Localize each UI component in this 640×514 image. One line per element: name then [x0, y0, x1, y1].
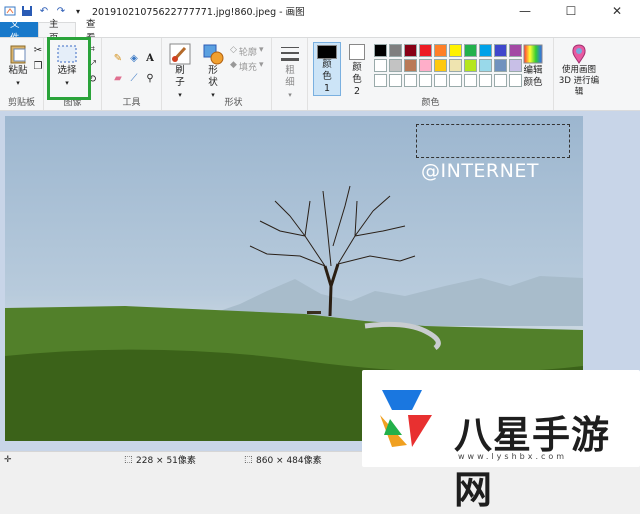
fill-bucket-icon[interactable]: ◈ [128, 52, 140, 64]
move-cursor-icon: ✛ [4, 454, 12, 465]
tools-group-label: 工具 [122, 98, 141, 108]
palette-swatch[interactable] [479, 59, 492, 72]
palette-swatch[interactable] [434, 44, 447, 57]
tab-view[interactable]: 查看 [76, 19, 114, 44]
rainbow-palette-icon [523, 44, 543, 64]
palette-swatch[interactable] [464, 44, 477, 57]
palette-swatch-empty[interactable] [419, 74, 432, 87]
group-paint3d: 使用画图 3D 进行编辑 [554, 38, 604, 110]
customize-qa-icon[interactable]: ▾ [72, 5, 84, 17]
site-logo-url: www.lyshbx.com [458, 452, 568, 461]
watermark-text: @INTERNET [421, 160, 539, 182]
outline-button[interactable]: ◇ 轮廓 ▾ [230, 45, 263, 58]
size-button[interactable]: 粗细 ▾ [278, 43, 302, 101]
clipboard-group-label: 剪贴板 [7, 98, 35, 108]
text-icon[interactable]: A [144, 52, 156, 64]
outline-label: 轮廓 [238, 48, 257, 58]
paste-button[interactable]: 粘贴 ▾ [6, 43, 30, 89]
colors-group-label: 颜色 [421, 98, 440, 108]
window-title: 20191021075622777771.jpg!860.jpeg - 画图 [92, 7, 305, 18]
palette-swatch-empty[interactable] [464, 74, 477, 87]
line-width-icon [281, 47, 299, 61]
tree-branches [249, 185, 416, 267]
palette-swatch-empty[interactable] [449, 74, 462, 87]
selection-size-icon: ⬚ [124, 454, 133, 465]
palette-swatch[interactable] [374, 44, 387, 57]
color2-button[interactable]: 颜色 2 [345, 44, 369, 98]
brush-icon [169, 43, 191, 65]
clipboard-icon [10, 45, 26, 64]
brushes-label: 刷子 [175, 65, 185, 88]
color1-label: 颜色 1 [322, 59, 332, 94]
image-size-icon: ⬚ [244, 454, 253, 465]
palette-swatch[interactable] [419, 59, 432, 72]
group-size: 粗细 ▾ [272, 38, 308, 110]
site-logo-icon [380, 390, 432, 447]
shapes-button[interactable]: 形状 ▾ [200, 43, 226, 101]
palette-swatch[interactable] [464, 59, 477, 72]
fill-button[interactable]: ◆ 填充 ▾ [230, 60, 263, 73]
palette-swatch[interactable] [494, 59, 507, 72]
paste-label: 粘贴 [8, 65, 28, 76]
group-shapes: 形状 ▾ ◇ 轮廓 ▾ ◆ 填充 ▾ 形状 [196, 38, 272, 110]
minimize-button[interactable]: — [502, 0, 548, 22]
palette-swatch-empty[interactable] [374, 74, 387, 87]
palette-swatch-empty[interactable] [404, 74, 417, 87]
paint3d-label: 使用画图 3D 进行编辑 [558, 65, 600, 97]
selection-rectangle[interactable] [416, 124, 570, 158]
fill-label: 填充 [238, 63, 257, 73]
maximize-button[interactable]: ☐ [548, 0, 594, 22]
paint3d-button[interactable]: 使用画图 3D 进行编辑 [556, 43, 602, 98]
palette-swatch-empty[interactable] [434, 74, 447, 87]
shapes-group-label: 形状 [224, 98, 243, 108]
edit-colors-label: 编辑颜色 [523, 65, 543, 88]
color2-label: 颜色 2 [352, 62, 362, 97]
palette-swatch[interactable] [419, 44, 432, 57]
fill-icon: ◆ [230, 60, 237, 70]
palette-swatch[interactable] [449, 44, 462, 57]
palette-swatch[interactable] [479, 44, 492, 57]
color-picker-icon[interactable]: ⟋ [128, 72, 140, 84]
cut-icon[interactable]: ✂ [32, 44, 44, 56]
palette-swatch[interactable] [449, 59, 462, 72]
shapes-label: 形状 [208, 65, 218, 88]
edit-colors-button[interactable]: 编辑颜色 [518, 43, 548, 89]
color2-swatch [349, 44, 365, 60]
outline-icon: ◇ [230, 45, 237, 55]
group-tools: ✎ ◈ A ▰ ⟋ ⚲ 工具 [102, 38, 162, 110]
ribbon-tabs: 文件 主页 查看 [0, 19, 640, 44]
copy-icon[interactable]: ❐ [32, 60, 44, 72]
palette-swatch[interactable] [389, 59, 402, 72]
palette-swatch[interactable] [404, 44, 417, 57]
selection-size: 228 × 51像素 [136, 456, 196, 466]
eraser-icon[interactable]: ▰ [112, 72, 124, 84]
palette-swatch-empty[interactable] [389, 74, 402, 87]
paint3d-icon [572, 44, 586, 64]
brushes-button[interactable]: 刷子 ▾ [166, 43, 194, 101]
pencil-icon[interactable]: ✎ [112, 52, 124, 64]
site-logo-overlay: 八星手游网 www.lyshbx.com [362, 370, 640, 512]
tab-file[interactable]: 文件 [0, 19, 38, 44]
palette-swatch[interactable] [374, 59, 387, 72]
group-colors: 颜色 1 颜色 2 编辑颜色 颜色 [308, 38, 554, 110]
color1-button[interactable]: 颜色 1 [313, 42, 341, 96]
select-highlight-box [47, 37, 91, 100]
group-brushes: 刷子 ▾ [162, 38, 196, 110]
close-button[interactable]: ✕ [594, 0, 640, 22]
palette-swatch-empty[interactable] [479, 74, 492, 87]
palette-swatch[interactable] [494, 44, 507, 57]
ribbon: 粘贴 ▾ ✂ ❐ 剪贴板 选择 ▾ ⌗ ⤢ ⟲ 图像 ✎ ◈ A ▰ ⟋ ⚲ 工… [0, 37, 640, 111]
palette-swatch[interactable] [404, 59, 417, 72]
palette-swatch[interactable] [389, 44, 402, 57]
palette-swatch-empty[interactable] [494, 74, 507, 87]
palette-swatch[interactable] [434, 59, 447, 72]
magnifier-icon[interactable]: ⚲ [144, 72, 156, 84]
tab-home[interactable]: 主页 [38, 19, 76, 44]
image-size: 860 × 484像素 [256, 456, 322, 466]
bench [307, 311, 321, 314]
size-label: 粗细 [285, 65, 295, 88]
group-clipboard: 粘贴 ▾ ✂ ❐ 剪贴板 [0, 38, 44, 110]
color1-swatch [317, 45, 337, 59]
shapes-icon [203, 44, 224, 65]
